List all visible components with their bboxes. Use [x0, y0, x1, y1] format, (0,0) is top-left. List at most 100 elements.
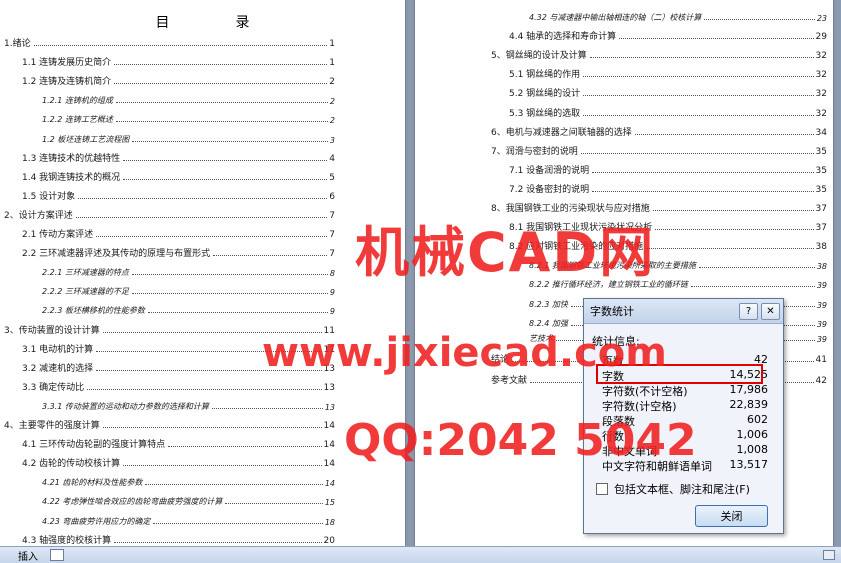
toc-entry[interactable]: 1.2 连铸及连铸机简介 2	[4, 70, 335, 87]
toc-entry[interactable]: 5、钢丝绳的设计及计算 32	[491, 44, 827, 61]
macro-record-icon[interactable]	[50, 549, 64, 561]
toc-entry[interactable]: 4.2 齿轮的传动校核计算 14	[4, 452, 335, 469]
toc-page-number: 32	[815, 89, 827, 100]
stat-value: 17,986	[729, 383, 769, 396]
toc-entry-text: 1.2.2 连铸工艺概述	[42, 115, 113, 125]
toc-leader-dots	[131, 293, 328, 295]
toc-entry[interactable]: 7、润滑与密封的说明 35	[491, 140, 827, 157]
toc-entry-text: 1.4 我钢连铸技术的概况	[22, 172, 121, 183]
toc-entry-text: 1.2 连铸及连铸机简介	[22, 77, 112, 88]
toc-entry-text: 1.5 设计对象	[22, 191, 76, 202]
toc-entry[interactable]: 1.2 板坯连铸工艺流程图 3	[4, 128, 335, 145]
toc-page-number: 8	[329, 269, 335, 279]
toc-entry[interactable]: 1.2.2 连铸工艺概述 2	[4, 108, 335, 125]
toc-entry[interactable]: 4.3 轴强度的校核计算 20	[4, 529, 335, 546]
toc-entry[interactable]: 2.2 三环减速器评述及其传动的原理与布置形式 7	[4, 242, 335, 259]
toc-leader-dots	[698, 267, 815, 269]
toc-entry-text: 4、主要零件的强度计算	[4, 421, 100, 431]
toc-entry-text: 4.21 齿轮的材料及性能参数	[42, 478, 143, 488]
toc-page-number: 23	[816, 14, 827, 23]
toc-page-number: 2	[329, 77, 335, 88]
toc-entry-text: 1.2.1 连铸机的组成	[42, 96, 113, 106]
stat-value: 1,006	[736, 428, 769, 441]
toc-page-number: 41	[815, 355, 827, 365]
toc-entry[interactable]: 5.1 钢丝绳的作用 32	[491, 63, 827, 80]
watermark-site-name: 机械CAD网	[355, 221, 656, 284]
toc-entry[interactable]: 4.22 考虑弹性啮合效应的齿轮弯曲疲劳强度的计算 15	[4, 490, 335, 507]
toc-entry[interactable]: 5.2 钢丝绳的设计 32	[491, 82, 827, 99]
stat-row-chars-with-spaces: 字符数(计空格) 22,839	[602, 398, 768, 413]
toc-page-number: 14	[323, 440, 335, 451]
toc-entry[interactable]: 4.1 三环传动齿轮副的强度计算特点 14	[4, 433, 335, 450]
toc-leader-dots	[153, 522, 323, 524]
toc-entry-text: 1.2 板坯连铸工艺流程图	[42, 134, 130, 144]
stat-value: 13,517	[729, 458, 769, 471]
toc-leader-dots	[583, 76, 814, 78]
toc-entry[interactable]: 2.1 传动方案评述 7	[4, 223, 335, 240]
toc-entry-text: 1.3 连铸技术的优越特性	[22, 153, 121, 164]
toc-entry-text: 3、传动装置的设计计算	[4, 325, 100, 336]
toc-leader-dots	[78, 197, 328, 199]
toc-entry-text: 4.1 三环传动齿轮副的强度计算特点	[22, 440, 166, 451]
checkbox-label: 包括文本框、脚注和尾注(F)	[614, 483, 750, 496]
toc-page-number: 42	[815, 376, 827, 386]
toc-entry[interactable]: 1.5 设计对象 6	[4, 185, 335, 202]
toc-entry[interactable]: 7.2 设备密封的说明 35	[491, 178, 827, 195]
include-textboxes-checkbox[interactable]: 包括文本框、脚注和尾注(F)	[596, 481, 750, 497]
toc-entry[interactable]: 7.1 设备润滑的说明 35	[491, 159, 827, 176]
checkbox-box[interactable]	[596, 483, 608, 495]
toc-leader-dots	[690, 286, 815, 288]
toc-entry-text: 2.1 传动方案评述	[22, 230, 94, 240]
toc-entry[interactable]: 1.2.1 连铸机的组成 2	[4, 89, 335, 106]
toc-entry-text: 5.2 钢丝绳的设计	[509, 89, 581, 100]
toc-page-number: 2	[329, 97, 335, 107]
toc-page-number: 37	[815, 204, 827, 214]
toc-entry[interactable]: 2.2.3 板坯横移机的性能参数 9	[4, 299, 335, 316]
toc-page-number: 7	[329, 249, 335, 260]
toc-entry[interactable]: 5.3 钢丝绳的选取 32	[491, 102, 827, 119]
close-button[interactable]: 关闭	[695, 505, 768, 527]
toc-leader-dots	[580, 152, 814, 154]
toc-page-number: 37	[815, 223, 827, 234]
toc-entry[interactable]: 4.32 与减速器中输出轴相连的轴（二）校核计算 23	[491, 6, 827, 23]
toc-entry[interactable]: 6、电机与减速器之间联轴器的选择 34	[491, 121, 827, 138]
toc-page-number: 38	[815, 242, 827, 253]
toc-leader-dots	[583, 114, 814, 116]
toc-entry[interactable]: 2.2.2 三环减速器的不足 9	[4, 280, 335, 297]
close-icon[interactable]: ✕	[761, 302, 780, 320]
toc-entry-text: 2.2 三环减速器评述及其传动的原理与布置形式	[22, 249, 211, 260]
toc-leader-dots	[132, 140, 328, 142]
toc-leader-dots	[102, 427, 322, 428]
status-bar: 插入	[0, 546, 841, 563]
toc-page-number: 1	[329, 58, 335, 69]
toc-leader-dots	[592, 190, 814, 192]
toc-leader-dots	[634, 133, 814, 135]
toc-leader-dots	[704, 19, 815, 20]
stat-value: 1,008	[736, 443, 769, 456]
view-mode-icon[interactable]	[823, 550, 835, 560]
toc-entry[interactable]: 1.1 连铸发展历史简介 1	[4, 51, 335, 68]
toc-entry[interactable]: 1.3 连铸技术的优越特性 4	[4, 147, 335, 164]
toc-page-number: 4	[329, 153, 335, 164]
toc-entry[interactable]: 2.2.1 三环减速器的特点 8	[4, 261, 335, 278]
toc-leader-dots	[123, 178, 328, 180]
toc-entry[interactable]: 4.23 弯曲疲劳许用应力的确定 18	[4, 510, 335, 527]
toc-entry[interactable]: 4、主要零件的强度计算 14	[4, 414, 335, 431]
toc-entry-text: 2、设计方案评述	[4, 210, 73, 221]
toc-entry-text: 5、钢丝绳的设计及计算	[491, 51, 587, 62]
help-icon[interactable]: ?	[739, 302, 758, 320]
dialog-titlebar[interactable]: 字数统计 ? ✕	[584, 299, 783, 324]
toc-entry-text: 7.2 设备密封的说明	[509, 184, 590, 195]
toc-page-number: 35	[815, 165, 827, 176]
toc-leader-dots	[33, 45, 328, 46]
toc-page-number: 9	[329, 288, 335, 298]
toc-entry-text: 4.23 弯曲疲劳许用应力的确定	[42, 516, 151, 526]
insert-mode-toggle[interactable]: 插入	[18, 548, 38, 563]
toc-entry[interactable]: 4.4 轴承的选择和寿命计算 29	[491, 25, 827, 42]
toc-entry[interactable]: 1.4 我钢连铸技术的概况 5	[4, 166, 335, 183]
toc-entry[interactable]: 3.3.1 传动装置的运动和动力参数的选择和计算 13	[4, 395, 335, 412]
toc-entry[interactable]: 1.绪论 1	[4, 32, 335, 49]
toc-entry[interactable]: 2、设计方案评述 7	[4, 204, 335, 221]
toc-entry[interactable]: 3.3 确定传动比 13	[4, 376, 335, 393]
toc-entry[interactable]: 4.21 齿轮的材料及性能参数 14	[4, 471, 335, 488]
